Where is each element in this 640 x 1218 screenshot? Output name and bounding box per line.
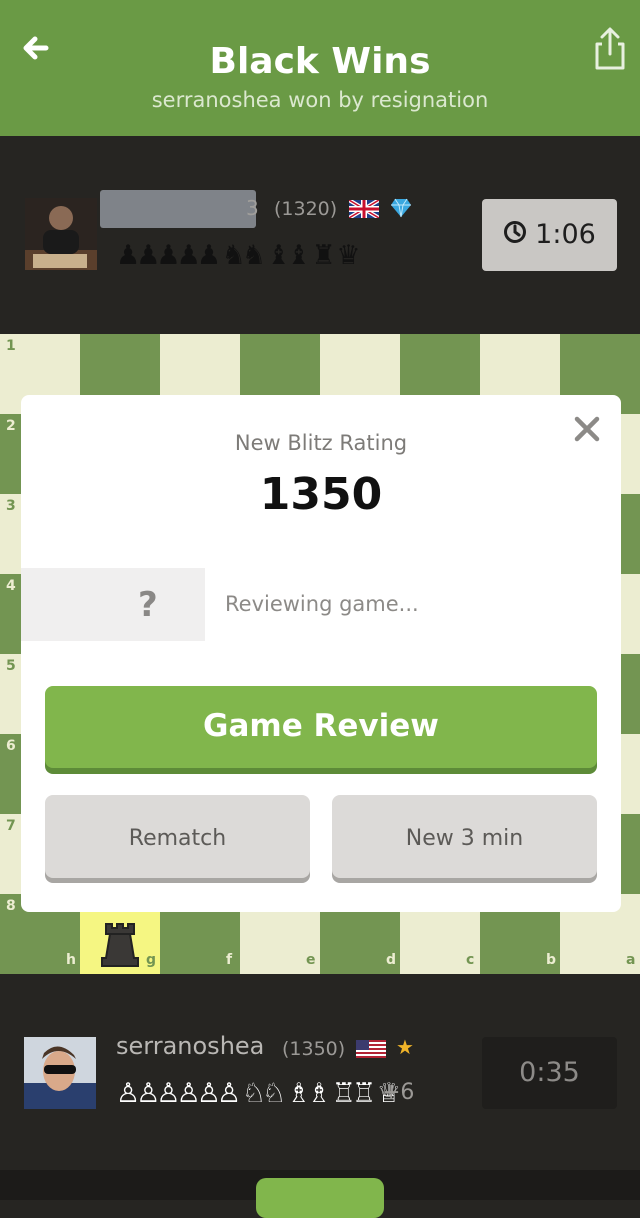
player-name: serranoshea [116,1032,265,1060]
share-icon [595,27,625,70]
rank-label: 4 [6,578,16,594]
file-label: e [306,952,316,968]
uk-flag-icon [347,198,381,220]
rank-label: 8 [6,898,16,914]
rank-label: 7 [6,818,16,834]
rank-label: 1 [6,338,16,354]
player-captured-pieces: ♙♙♙♙♙♙ ♘♘ ♗♗ ♖♖ ♕ [116,1078,401,1109]
player-avatar[interactable] [24,1037,96,1109]
review-placeholder-icon: ? [138,585,158,625]
opponent-name-redacted [100,190,256,228]
opponent-avatar[interactable] [25,198,97,270]
rating-label: New Blitz Rating [234,431,408,455]
opponent-name: 3 [246,196,259,220]
bottom-action-button[interactable] [256,1178,384,1218]
rank-label: 2 [6,418,16,434]
new-game-button[interactable]: New 3 min [332,795,597,878]
diamond-icon [390,198,412,222]
player-rating: (1350) [282,1038,346,1060]
game-result-modal: New Blitz Rating 1350 ? Reviewing game..… [21,395,621,912]
material-advantage: +6 [382,1080,415,1105]
us-flag-icon [356,1040,386,1058]
opponent-rating: (1320) [274,198,338,220]
file-label: h [66,952,76,968]
review-status-text: Reviewing game... [225,592,419,616]
file-label: f [226,952,233,968]
rematch-button[interactable]: Rematch [45,795,310,878]
header-bar: Black Wins serranoshea won by resignatio… [0,0,640,136]
player-clock: 0:35 [482,1037,617,1109]
page-subtitle: serranoshea won by resignation [151,88,489,112]
file-label: b [546,952,557,968]
file-label: a [626,952,636,968]
rank-label: 6 [6,738,16,754]
game-review-button[interactable]: Game Review [45,686,597,768]
review-placeholder-box [21,568,205,641]
file-label: c [466,952,475,968]
rank-label: 3 [6,498,16,514]
clock-icon [503,200,527,272]
opponent-clock-time: 1:06 [535,219,596,250]
share-button[interactable] [588,24,632,72]
rating-value: 1350 [259,469,383,520]
file-label: d [386,952,397,968]
rank-label: 5 [6,658,16,674]
opponent-captured-pieces: ♟♟♟♟♟ ♞♞ ♝♝ ♜ ♛ [116,240,361,271]
page-title: Black Wins [209,41,431,82]
star-icon: ★ [396,1035,414,1059]
opponent-clock: 1:06 [482,199,617,271]
